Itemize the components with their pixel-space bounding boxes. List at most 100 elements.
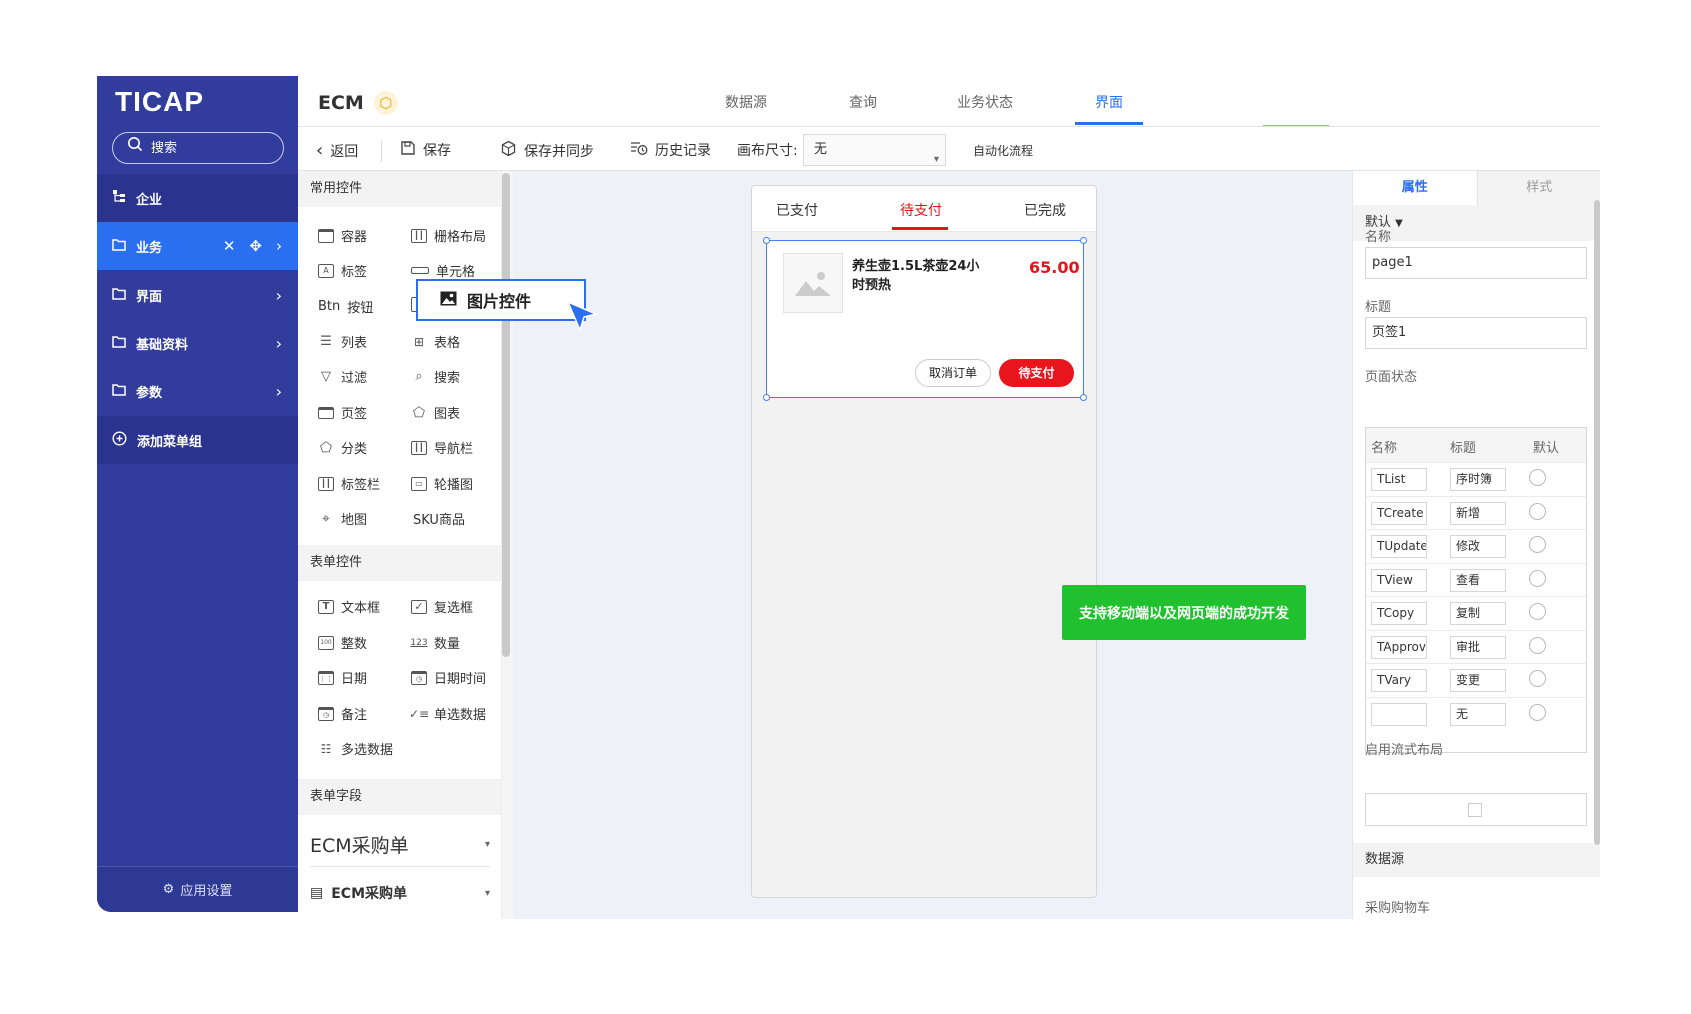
control-chart[interactable]: ⬠ 图表 — [411, 403, 460, 423]
control-tabbar[interactable]: ┃┃ 标签栏 — [318, 474, 380, 493]
tab-datasource[interactable]: 数据源 — [725, 92, 767, 112]
control-single-select[interactable]: ✓≡ 单选数据 — [409, 704, 487, 724]
state-name-input[interactable]: TList — [1371, 468, 1427, 491]
form-select[interactable]: ECM采购单 ▾ — [310, 831, 490, 867]
control-map[interactable]: ⌖ 地图 — [318, 509, 367, 529]
control-container[interactable]: 容器 — [318, 226, 367, 245]
sidebar-item-ui[interactable]: 界面 › — [97, 271, 298, 319]
back-button[interactable]: ‹ 返回 — [316, 140, 358, 161]
tab-style[interactable]: 样式 — [1476, 171, 1600, 205]
control-checkbox[interactable]: ✓ 复选框 — [411, 597, 473, 616]
state-title-input[interactable]: 无 — [1450, 702, 1506, 726]
resize-handle[interactable] — [763, 394, 770, 401]
dragging-image-control[interactable]: 图片控件 — [416, 279, 586, 321]
state-name-input[interactable] — [1371, 702, 1427, 726]
state-default-radio[interactable] — [1529, 469, 1546, 486]
state-name-input[interactable]: TCreate — [1371, 501, 1427, 525]
control-filter[interactable]: ▽ 过滤 — [318, 367, 367, 386]
add-menu-group-button[interactable]: 添加菜单组 — [97, 416, 298, 464]
state-default-radio[interactable] — [1529, 603, 1546, 620]
tab-pending-payment[interactable]: 待支付 — [900, 200, 942, 220]
history-button[interactable]: 历史记录 — [630, 140, 711, 160]
state-name-input[interactable]: TApprove — [1371, 635, 1427, 659]
title-input[interactable]: 页签1 — [1365, 317, 1587, 349]
control-datetime[interactable]: ◷ 日期时间 — [411, 668, 486, 687]
control-cell[interactable]: 单元格 — [411, 261, 475, 280]
name-input[interactable]: page1 — [1365, 247, 1587, 279]
control-quantity[interactable]: 123 数量 — [410, 633, 460, 652]
control-label: 按钮 — [347, 301, 374, 316]
control-label: 单选数据 — [434, 708, 487, 723]
tab-ui[interactable]: 界面 — [1095, 92, 1123, 112]
resize-handle[interactable] — [763, 237, 770, 244]
state-default-radio[interactable] — [1529, 670, 1546, 687]
move-icon[interactable]: ✥ — [249, 237, 262, 255]
sidebar-item-params[interactable]: 参数 › — [97, 367, 298, 415]
sidebar-item-enterprise[interactable]: 企业 — [97, 174, 298, 222]
tab-completed[interactable]: 已完成 — [1024, 200, 1066, 220]
control-carousel[interactable]: ▭ 轮播图 — [411, 474, 473, 493]
control-textbox[interactable]: T 文本框 — [318, 597, 380, 616]
state-title-input[interactable]: 查看 — [1450, 568, 1506, 592]
control-category[interactable]: ⬠ 分类 — [318, 438, 367, 458]
order-card[interactable]: 养生壶1.5L茶壶24小时预热 65.00 取消订单 待支付 — [763, 237, 1087, 401]
resize-handle[interactable] — [1080, 237, 1087, 244]
control-tabs[interactable]: 页签 — [318, 403, 367, 422]
control-sku[interactable]: SKU商品 — [413, 509, 465, 528]
tab-active-indicator — [892, 227, 948, 230]
flow-layout-checkbox[interactable] — [1468, 803, 1482, 817]
control-navbar[interactable]: ┃┃ 导航栏 — [411, 438, 473, 457]
state-default-radio[interactable] — [1529, 636, 1546, 654]
state-name-input[interactable]: TView — [1371, 568, 1427, 592]
page-bottom — [513, 919, 1600, 1014]
product-image-placeholder — [783, 253, 843, 313]
resize-handle[interactable] — [1080, 394, 1087, 401]
tab-business-status[interactable]: 业务状态 — [957, 92, 1013, 112]
mobile-preview[interactable]: 已支付 待支付 已完成 养生壶1.5L茶壶24小时预热 65.00 取消订单 待… — [751, 185, 1097, 898]
form-field-item[interactable]: ▤ ECM采购单 ▾ — [310, 883, 490, 903]
control-label[interactable]: A 标签 — [318, 261, 367, 280]
pay-button[interactable]: 待支付 — [999, 359, 1074, 387]
state-title-input[interactable]: 新增 — [1450, 501, 1506, 525]
state-name-input[interactable]: TUpdate — [1371, 535, 1427, 558]
chevron-right-icon[interactable]: › — [276, 237, 282, 255]
state-default-radio[interactable] — [1529, 536, 1546, 553]
properties-scrollbar[interactable] — [1594, 200, 1600, 845]
search-icon — [127, 134, 143, 163]
control-integer[interactable]: 100 整数 — [318, 633, 367, 652]
close-icon[interactable]: ✕ — [223, 237, 236, 255]
control-multi-select[interactable]: ☷ 多选数据 — [318, 739, 393, 759]
control-table[interactable]: ⊞ 表格 — [411, 332, 460, 352]
sidebar-search[interactable]: 搜索 — [112, 132, 284, 164]
document-icon: ▤ — [310, 885, 324, 901]
control-grid-layout[interactable]: ┃┃ 栅格布局 — [411, 226, 486, 245]
control-date[interactable]: ⋮⋮ 日期 — [318, 668, 367, 687]
state-name-input[interactable]: TVary — [1371, 669, 1427, 692]
tab-attributes[interactable]: 属性 — [1353, 171, 1477, 205]
tab-query[interactable]: 查询 — [849, 92, 877, 112]
state-default-radio[interactable] — [1529, 703, 1546, 721]
state-title-input[interactable]: 变更 — [1450, 669, 1506, 692]
state-title-input[interactable]: 修改 — [1450, 535, 1506, 558]
control-remark[interactable]: ◷ 备注 — [318, 704, 367, 723]
save-sync-button[interactable]: 保存并同步 — [500, 140, 594, 161]
save-button[interactable]: 保存 — [400, 140, 451, 160]
state-name-input[interactable]: TCopy — [1371, 602, 1427, 625]
datasource-value[interactable]: 采购购物车 — [1365, 897, 1430, 916]
control-list[interactable]: ☰ 列表 — [318, 332, 367, 351]
tab-paid[interactable]: 已支付 — [776, 200, 818, 220]
state-title-input[interactable]: 序时簿 — [1450, 468, 1506, 491]
cancel-order-button[interactable]: 取消订单 — [915, 359, 991, 387]
automation-button[interactable]: 自动化流程 — [973, 142, 1033, 159]
sidebar-item-business[interactable]: 业务 ✕ ✥ › — [97, 222, 298, 270]
control-button[interactable]: Btn 按钮 — [318, 297, 373, 316]
state-default-radio[interactable] — [1529, 502, 1546, 520]
sidebar-item-basic-data[interactable]: 基础资料 › — [97, 319, 298, 367]
state-default-radio[interactable] — [1529, 569, 1546, 587]
canvas-size-select[interactable]: 无 ▾ — [803, 134, 946, 166]
app-settings-button[interactable]: ⚙ 应用设置 — [97, 866, 298, 912]
control-search[interactable]: ⌕ 搜索 — [411, 367, 460, 386]
state-title-input[interactable]: 审批 — [1450, 635, 1506, 659]
state-title-input[interactable]: 复制 — [1450, 602, 1506, 625]
panel-scrollbar[interactable] — [502, 173, 510, 657]
